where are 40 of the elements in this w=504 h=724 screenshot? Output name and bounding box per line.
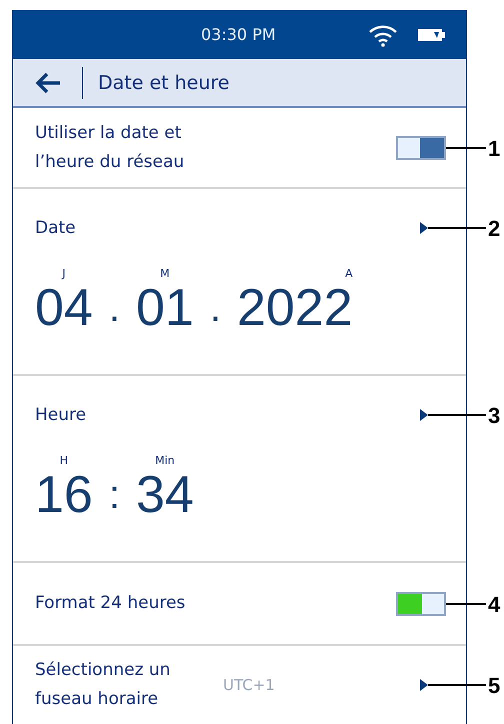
leader-line	[428, 684, 486, 686]
unit-label: A	[345, 267, 353, 280]
value-text: 16	[35, 469, 93, 521]
separator: .	[108, 285, 120, 332]
battery-icon	[418, 28, 446, 40]
setting-label: Utiliser la date et l’heure du réseau	[35, 122, 186, 174]
unit-label: M	[160, 267, 170, 280]
callout-number: 5	[488, 673, 500, 699]
back-button[interactable]	[35, 66, 83, 98]
setting-label: Format 24 heures	[35, 592, 186, 615]
leader-line	[428, 414, 486, 416]
value-text: 04	[35, 282, 93, 334]
callout-number: 2	[488, 216, 500, 242]
separator: .	[210, 285, 221, 332]
callout-number: 1	[488, 136, 500, 162]
leader-line	[446, 602, 486, 604]
leader-line	[446, 146, 486, 148]
caret-icon	[420, 409, 428, 421]
callout-number: 4	[488, 592, 500, 618]
leader-line	[428, 227, 486, 229]
value-text: 01	[136, 282, 194, 334]
unit-label: Min	[155, 454, 175, 467]
caret-icon	[420, 222, 428, 234]
value-text: 2022	[236, 282, 353, 334]
toggle-switch[interactable]	[396, 136, 446, 160]
wifi-icon	[368, 22, 398, 46]
section-label: Heure	[35, 404, 86, 426]
section-label: Date	[35, 216, 76, 240]
timezone-value: UTC+1	[223, 676, 276, 694]
status-time: 03:30 PM	[201, 25, 277, 44]
value-text: 34	[136, 469, 194, 521]
callout-number: 3	[488, 403, 500, 429]
toggle-switch[interactable]	[396, 592, 446, 616]
setting-label: Sélectionnez un fuseau horaire	[35, 659, 172, 711]
unit-label: J	[62, 267, 66, 280]
screen-title: Date et heure	[98, 72, 230, 94]
back-arrow-icon	[35, 72, 61, 94]
separator: :	[108, 472, 120, 519]
caret-icon	[420, 679, 428, 691]
unit-label: H	[60, 454, 68, 467]
